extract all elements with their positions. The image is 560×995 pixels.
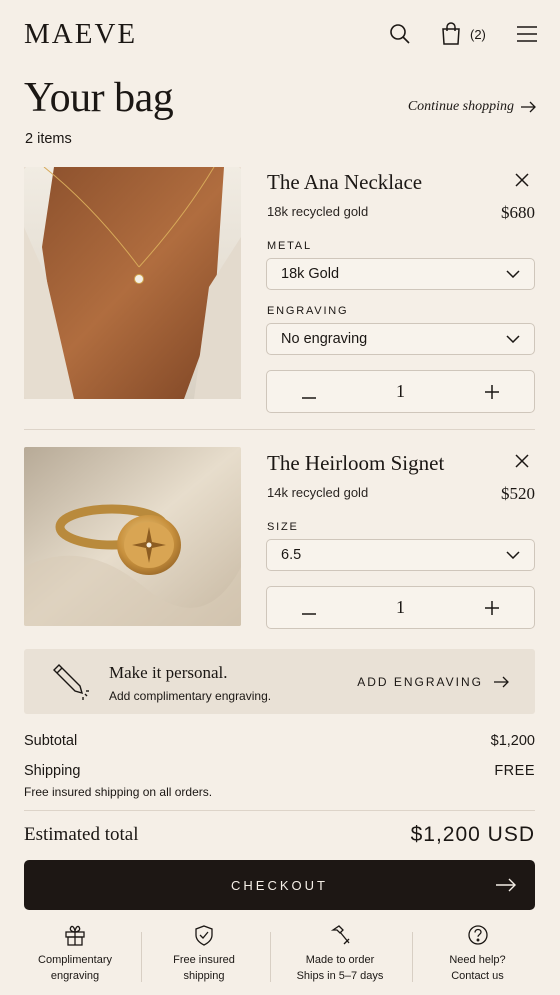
feature-divider <box>412 932 413 982</box>
feature-line2: engraving <box>50 970 100 982</box>
continue-shopping-label: Continue shopping <box>407 99 514 114</box>
bag-count: (2) <box>470 26 486 42</box>
metal-select[interactable]: 18k Gold <box>266 258 535 290</box>
feature-line2: Contact us <box>451 970 504 982</box>
feature-engraving: Complimentary engraving <box>20 924 130 984</box>
help-circle-icon <box>467 925 488 945</box>
continue-shopping-link[interactable]: Continue shopping <box>408 99 536 115</box>
bag-button[interactable]: (2) <box>440 21 486 47</box>
close-icon <box>515 173 529 187</box>
search-icon[interactable] <box>388 22 412 46</box>
estimated-total-label: Estimated total <box>24 824 139 845</box>
hammer-icon <box>330 925 350 945</box>
feature-made-to-order: Made to order Ships in 5–7 days <box>278 924 402 984</box>
gift-icon <box>65 925 85 946</box>
feature-line2: shipping <box>183 970 225 982</box>
summary-divider <box>24 810 535 811</box>
menu-icon[interactable] <box>516 23 538 45</box>
increase-quantity-button[interactable] <box>484 597 500 619</box>
promo-title: Make it personal. <box>109 663 228 682</box>
promo-subtitle: Add complimentary engraving. <box>109 689 272 703</box>
subtotal-label: Subtotal <box>24 733 78 749</box>
feature-line1: Need help? <box>449 954 506 966</box>
quantity-value: 1 <box>396 381 405 401</box>
decrease-quantity-button[interactable] <box>301 597 317 619</box>
shopping-bag-icon <box>442 22 460 45</box>
checkout-label: CHECKOUT <box>231 877 328 893</box>
shipping-note: Free insured shipping on all orders. <box>24 785 213 799</box>
size-label: SIZE <box>267 521 299 533</box>
arrow-right-icon <box>496 878 516 892</box>
decrease-quantity-button[interactable] <box>301 381 317 403</box>
chevron-down-icon <box>506 270 520 278</box>
estimated-total-value: $1,200 USD <box>410 823 535 846</box>
feature-line2: Ships in 5–7 days <box>296 970 384 982</box>
engraving-select[interactable]: No engraving <box>266 323 535 355</box>
close-icon <box>515 454 529 468</box>
product-name[interactable]: The Heirloom Signet <box>267 451 444 476</box>
quantity-stepper[interactable]: 1 <box>266 370 535 413</box>
minus-icon <box>302 396 316 399</box>
shipping-label: Shipping <box>24 763 81 779</box>
product-material: 18k recycled gold <box>267 204 369 219</box>
feature-divider <box>141 932 142 982</box>
product-name[interactable]: The Ana Necklace <box>267 170 422 195</box>
item-divider <box>24 429 535 430</box>
plus-icon <box>485 600 499 615</box>
chevron-down-icon <box>506 551 520 559</box>
engraving-promo-banner: Make it personal. Add complimentary engr… <box>24 649 535 714</box>
feature-line1: Complimentary <box>38 954 112 966</box>
necklace-product-image[interactable] <box>24 167 241 399</box>
product-price: $520 <box>501 484 535 503</box>
signet-product-image[interactable] <box>24 447 241 626</box>
items-count: 2 items <box>25 131 72 147</box>
remove-item-button[interactable] <box>513 452 533 472</box>
feature-shipping: Free insured shipping <box>148 924 260 984</box>
quantity-stepper[interactable]: 1 <box>266 586 535 629</box>
arrow-right-icon <box>494 676 509 688</box>
remove-item-button[interactable] <box>513 171 533 191</box>
feature-divider <box>270 932 271 982</box>
product-price: $680 <box>501 203 535 222</box>
product-material: 14k recycled gold <box>267 485 369 500</box>
feature-line1: Free insured <box>173 954 235 966</box>
size-value: 6.5 <box>281 547 302 563</box>
add-engraving-button[interactable]: ADD ENGRAVING <box>357 675 509 689</box>
size-select[interactable]: 6.5 <box>266 539 535 571</box>
quantity-value: 1 <box>396 597 405 617</box>
checkout-button[interactable]: CHECKOUT <box>24 860 535 910</box>
increase-quantity-button[interactable] <box>484 381 500 403</box>
minus-icon <box>302 612 316 615</box>
engraving-value: No engraving <box>281 331 368 347</box>
feature-help[interactable]: Need help? Contact us <box>420 924 535 984</box>
shield-check-icon <box>195 925 213 946</box>
engraving-label: ENGRAVING <box>267 305 349 317</box>
shipping-value: FREE <box>494 763 535 779</box>
metal-value: 18k Gold <box>281 266 340 282</box>
metal-label: METAL <box>267 240 312 252</box>
subtotal-value: $1,200 <box>490 733 535 749</box>
feature-line1: Made to order <box>305 954 375 966</box>
chevron-down-icon <box>506 335 520 343</box>
plus-icon <box>485 384 499 399</box>
add-engraving-label: ADD ENGRAVING <box>357 675 483 689</box>
engraving-pen-icon <box>53 664 89 700</box>
page-title: Your bag <box>24 75 174 121</box>
brand-logo[interactable]: MAEVE <box>24 18 137 51</box>
arrow-right-icon <box>521 101 536 113</box>
